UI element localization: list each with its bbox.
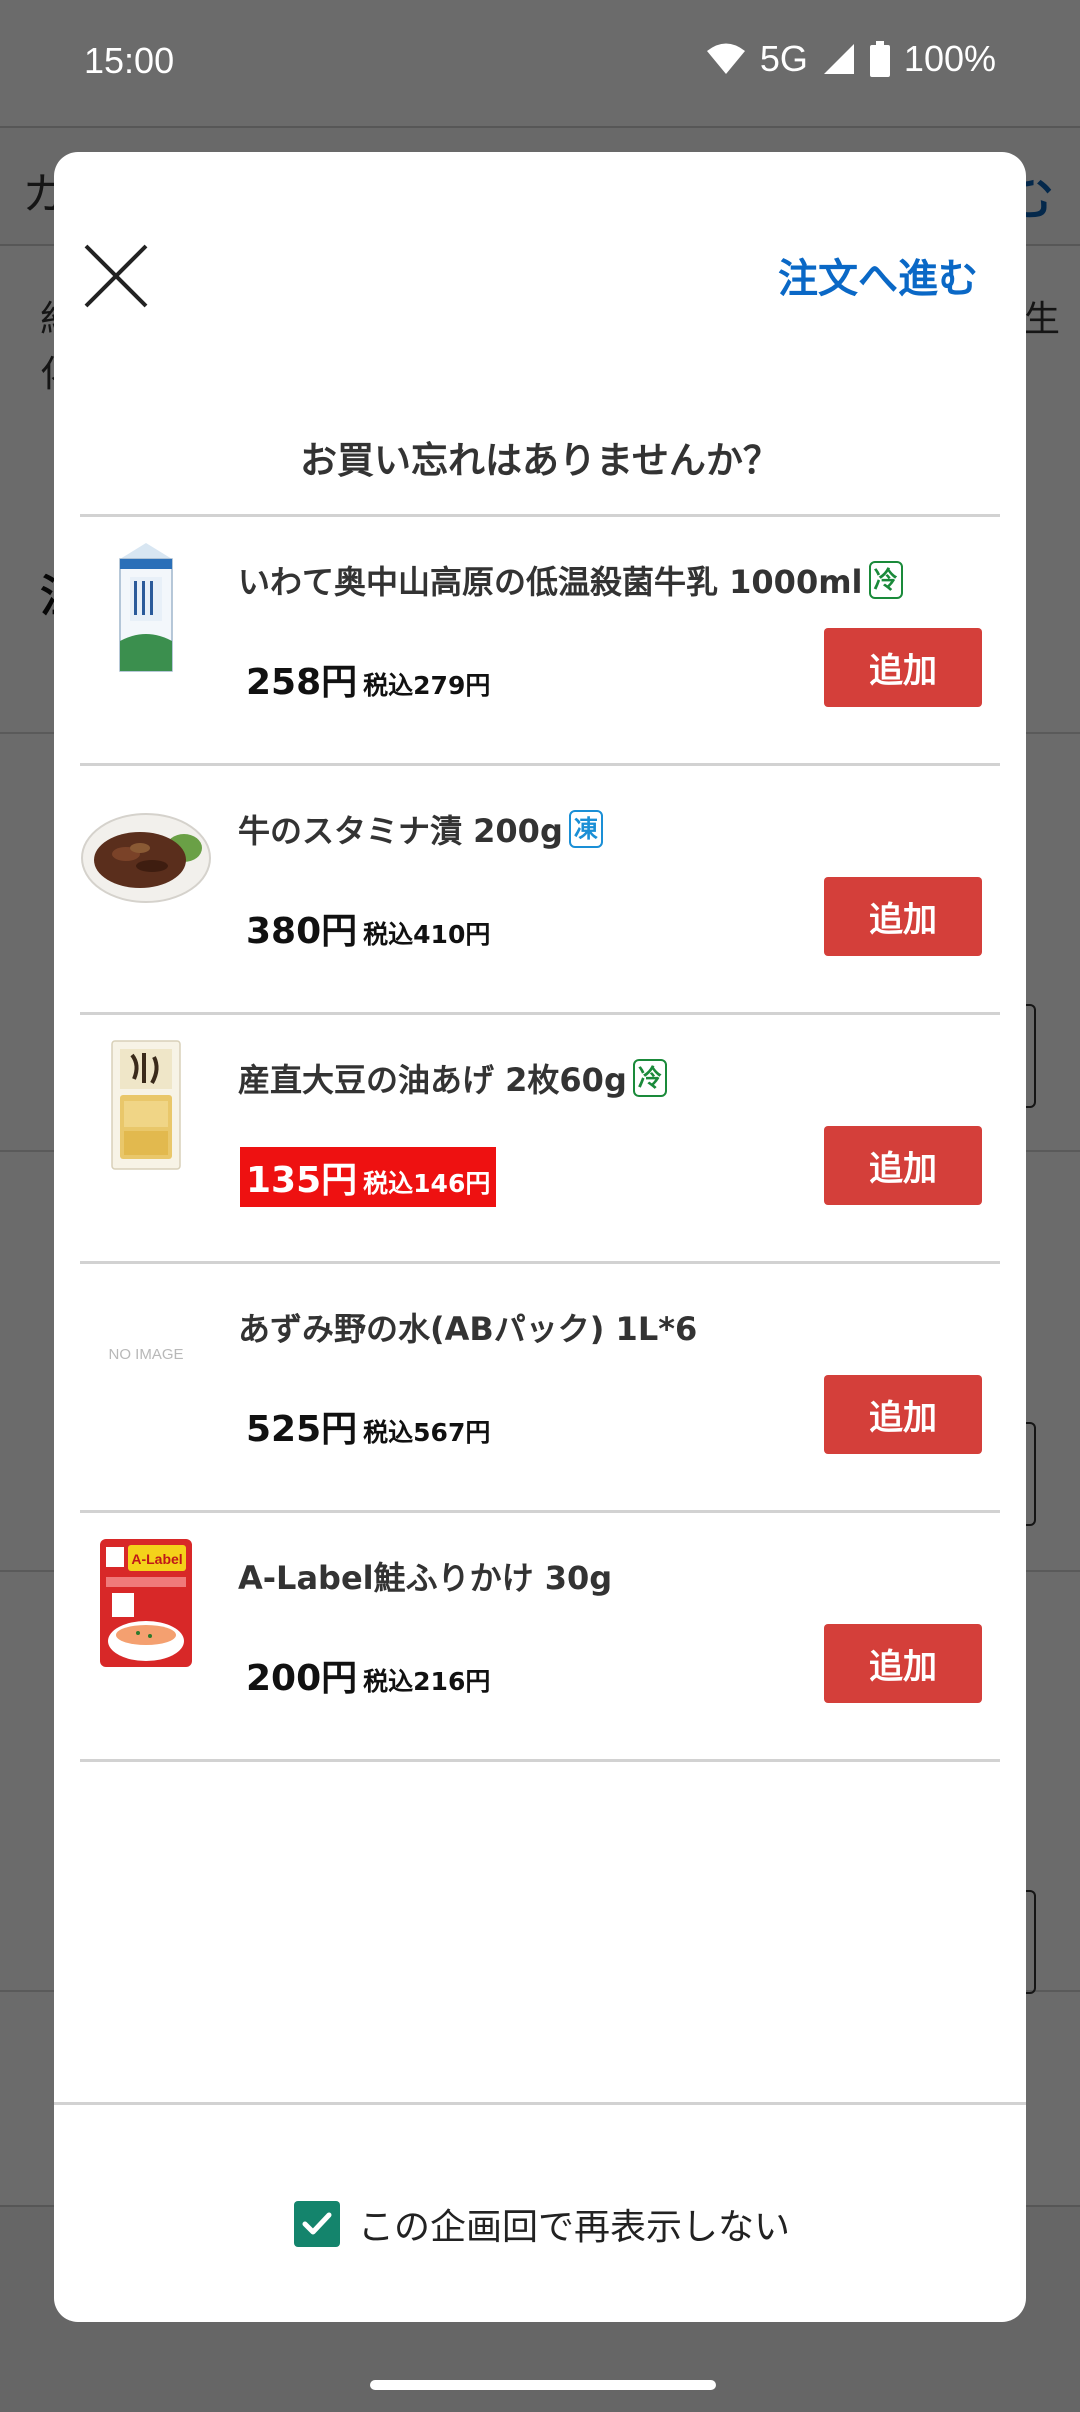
add-button[interactable]: 追加 [824, 1375, 982, 1454]
price-tax-included: 税込216円 [363, 1667, 491, 1696]
modal-title: お買い忘れはありませんか？ [300, 439, 780, 482]
chilled-badge: 冷 [868, 561, 903, 599]
product-image-milk [80, 537, 212, 677]
price: 380円 税込410円 [240, 898, 496, 958]
price-value: 200円 [246, 1658, 358, 1699]
add-button[interactable]: 追加 [824, 1126, 982, 1205]
sale-price: 135円 税込146円 [240, 1147, 497, 1207]
frozen-badge: 凍 [568, 810, 603, 848]
battery-icon [869, 41, 890, 77]
price-tax-included: 税込279円 [363, 671, 491, 700]
battery-percent: 100% [903, 38, 996, 79]
product-name-text: いわて奥中山高原の低温殺菌牛乳 1000ml [238, 563, 863, 601]
product-name: 牛のスタミナ漬 200g 凍 [238, 806, 603, 852]
price-value: 525円 [246, 1409, 358, 1450]
product-row: いわて奥中山高原の低温殺菌牛乳 1000ml 冷 258円 税込279円 追加 [80, 517, 1000, 766]
close-icon [84, 244, 148, 308]
status-bar: 15:00 5G 100% [0, 0, 1080, 126]
price: 525円 税込567円 [240, 1396, 496, 1456]
add-button[interactable]: 追加 [824, 628, 982, 707]
product-row: 牛のスタミナ漬 200g 凍 380円 税込410円 追加 [80, 766, 1000, 1015]
screen: カ む 約 化 生 注 15:00 5G 100% [0, 0, 1080, 2412]
add-button[interactable]: 追加 [824, 1624, 982, 1703]
no-image-text: NO IMAGE [108, 1345, 184, 1363]
close-button[interactable] [82, 242, 150, 310]
product-name: A-Label鮭ふりかけ 30g [238, 1553, 612, 1599]
product-name: あずみ野の水(ABパック) 1L*6 [238, 1304, 697, 1350]
price-value: 380円 [246, 911, 358, 952]
status-time: 15:00 [84, 40, 175, 81]
product-row: NO IMAGE あずみ野の水(ABパック) 1L*6 525円 税込567円 … [80, 1264, 1000, 1513]
product-name-text: 産直大豆の油あげ 2枚60g [238, 1061, 627, 1099]
recommendation-modal: 注文へ進む お買い忘れはありませんか？ いわて奥中山高原の低温殺菌牛乳 1000… [54, 152, 1026, 2322]
price-tax-included: 税込567円 [363, 1418, 491, 1447]
cell-signal-icon [822, 42, 856, 76]
proceed-to-order-link[interactable]: 注文へ進む [778, 246, 978, 304]
do-not-show-again-checkbox[interactable]: この企画回で再表示しない [294, 2198, 790, 2250]
product-row: 産直大豆の油あげ 2枚60g 冷 135円 税込146円 追加 [80, 1015, 1000, 1264]
status-icons: 5G 100% [706, 38, 996, 80]
footer-divider [54, 2102, 1026, 2105]
price: 258円 税込279円 [240, 649, 496, 709]
price-value: 135円 [246, 1160, 358, 1201]
home-indicator[interactable] [370, 2380, 716, 2390]
add-button[interactable]: 追加 [824, 877, 982, 956]
product-name-text: 牛のスタミナ漬 200g [238, 812, 563, 850]
price-tax-included: 税込410円 [363, 920, 491, 949]
price-value: 258円 [246, 662, 358, 703]
furikake-logo-text: A-Label [131, 1551, 182, 1567]
checkbox-checked-icon[interactable] [294, 2201, 340, 2247]
product-list: いわて奥中山高原の低温殺菌牛乳 1000ml 冷 258円 税込279円 追加 [80, 517, 1000, 1762]
product-image-fried-tofu [80, 1035, 212, 1175]
product-image-beef [80, 786, 212, 926]
product-image-placeholder: NO IMAGE [80, 1284, 212, 1424]
chilled-badge: 冷 [632, 1059, 667, 1097]
network-type: 5G [759, 38, 808, 79]
wifi-icon [706, 42, 746, 76]
checkbox-label: この企画回で再表示しない [358, 2207, 791, 2248]
product-name-text: あずみ野の水(ABパック) 1L*6 [238, 1310, 698, 1348]
product-name: 産直大豆の油あげ 2枚60g 冷 [238, 1055, 667, 1101]
product-name-text: A-Label鮭ふりかけ 30g [238, 1559, 613, 1597]
price: 200円 税込216円 [240, 1645, 496, 1705]
product-name: いわて奥中山高原の低温殺菌牛乳 1000ml 冷 [238, 557, 903, 603]
product-row: A-Label A-Label鮭ふりかけ 30g 200円 税込216円 追加 [80, 1513, 1000, 1762]
price-tax-included: 税込146円 [363, 1169, 491, 1198]
product-image-furikake: A-Label [80, 1533, 212, 1673]
